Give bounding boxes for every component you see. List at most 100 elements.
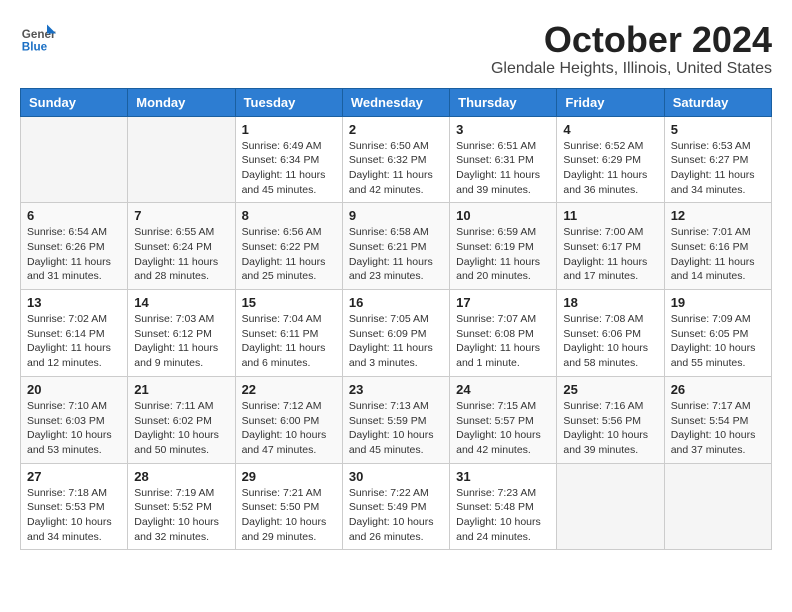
day-info: Sunrise: 7:04 AMSunset: 6:11 PMDaylight:… — [242, 312, 336, 371]
calendar-cell: 12 Sunrise: 7:01 AMSunset: 6:16 PMDayligh… — [664, 203, 771, 290]
day-number: 24 — [456, 382, 550, 397]
col-header-sunday: Sunday — [21, 88, 128, 116]
day-info: Sunrise: 7:12 AMSunset: 6:00 PMDaylight:… — [242, 399, 336, 458]
day-number: 16 — [349, 295, 443, 310]
day-info: Sunrise: 7:01 AMSunset: 6:16 PMDaylight:… — [671, 225, 765, 284]
day-number: 2 — [349, 122, 443, 137]
day-number: 14 — [134, 295, 228, 310]
calendar-cell: 23 Sunrise: 7:13 AMSunset: 5:59 PMDayligh… — [342, 376, 449, 463]
day-info: Sunrise: 7:05 AMSunset: 6:09 PMDaylight:… — [349, 312, 443, 371]
day-info: Sunrise: 7:16 AMSunset: 5:56 PMDaylight:… — [563, 399, 657, 458]
calendar-cell: 24 Sunrise: 7:15 AMSunset: 5:57 PMDayligh… — [450, 376, 557, 463]
calendar-table: SundayMondayTuesdayWednesdayThursdayFrid… — [20, 88, 772, 551]
day-number: 21 — [134, 382, 228, 397]
calendar-cell: 5Sunrise: 6:53 AMSunset: 6:27 PMDaylight… — [664, 116, 771, 203]
day-info: Sunrise: 7:11 AMSunset: 6:02 PMDaylight:… — [134, 399, 228, 458]
calendar-cell: 4Sunrise: 6:52 AMSunset: 6:29 PMDaylight… — [557, 116, 664, 203]
day-number: 22 — [242, 382, 336, 397]
day-info: Sunrise: 7:19 AMSunset: 5:52 PMDaylight:… — [134, 486, 228, 545]
day-info: Sunrise: 7:03 AMSunset: 6:12 PMDaylight:… — [134, 312, 228, 371]
day-number: 13 — [27, 295, 121, 310]
calendar-cell: 10 Sunrise: 6:59 AMSunset: 6:19 PMDayligh… — [450, 203, 557, 290]
calendar-cell — [21, 116, 128, 203]
week-row-1: 1Sunrise: 6:49 AMSunset: 6:34 PMDaylight… — [21, 116, 772, 203]
day-info: Sunrise: 7:13 AMSunset: 5:59 PMDaylight:… — [349, 399, 443, 458]
calendar-cell: 15 Sunrise: 7:04 AMSunset: 6:11 PMDayligh… — [235, 290, 342, 377]
calendar-cell — [664, 463, 771, 550]
calendar-cell: 9Sunrise: 6:58 AMSunset: 6:21 PMDaylight… — [342, 203, 449, 290]
week-row-3: 13 Sunrise: 7:02 AMSunset: 6:14 PMDayligh… — [21, 290, 772, 377]
day-number: 27 — [27, 469, 121, 484]
calendar-cell: 30Sunrise: 7:22 AMSunset: 5:49 PMDayligh… — [342, 463, 449, 550]
location-title: Glendale Heights, Illinois, United State… — [491, 60, 772, 78]
day-info: Sunrise: 7:08 AMSunset: 6:06 PMDaylight:… — [563, 312, 657, 371]
day-info: Sunrise: 6:54 AMSunset: 6:26 PMDaylight:… — [27, 225, 121, 284]
day-number: 6 — [27, 208, 121, 223]
day-number: 8 — [242, 208, 336, 223]
calendar-cell: 2 Sunrise: 6:50 AMSunset: 6:32 PMDaylight… — [342, 116, 449, 203]
day-number: 11 — [563, 208, 657, 223]
day-number: 29 — [242, 469, 336, 484]
calendar-cell — [557, 463, 664, 550]
calendar-cell: 17Sunrise: 7:07 AMSunset: 6:08 PMDayligh… — [450, 290, 557, 377]
calendar-cell: 13 Sunrise: 7:02 AMSunset: 6:14 PMDayligh… — [21, 290, 128, 377]
day-info: Sunrise: 6:52 AMSunset: 6:29 PMDaylight:… — [563, 139, 657, 198]
day-number: 28 — [134, 469, 228, 484]
title-block: October 2024 Glendale Heights, Illinois,… — [491, 20, 772, 78]
day-number: 15 — [242, 295, 336, 310]
day-number: 26 — [671, 382, 765, 397]
day-number: 7 — [134, 208, 228, 223]
calendar-cell: 22 Sunrise: 7:12 AMSunset: 6:00 PMDayligh… — [235, 376, 342, 463]
day-info: Sunrise: 6:58 AMSunset: 6:21 PMDaylight:… — [349, 225, 443, 284]
page-header: General Blue October 2024 Glendale Heigh… — [20, 20, 772, 78]
day-info: Sunrise: 7:21 AMSunset: 5:50 PMDaylight:… — [242, 486, 336, 545]
calendar-cell: 6 Sunrise: 6:54 AMSunset: 6:26 PMDaylight… — [21, 203, 128, 290]
col-header-tuesday: Tuesday — [235, 88, 342, 116]
calendar-cell: 11Sunrise: 7:00 AMSunset: 6:17 PMDayligh… — [557, 203, 664, 290]
month-title: October 2024 — [491, 20, 772, 60]
day-number: 19 — [671, 295, 765, 310]
col-header-thursday: Thursday — [450, 88, 557, 116]
day-info: Sunrise: 7:17 AMSunset: 5:54 PMDaylight:… — [671, 399, 765, 458]
day-info: Sunrise: 7:18 AMSunset: 5:53 PMDaylight:… — [27, 486, 121, 545]
calendar-cell — [128, 116, 235, 203]
day-number: 20 — [27, 382, 121, 397]
day-info: Sunrise: 6:53 AMSunset: 6:27 PMDaylight:… — [671, 139, 765, 198]
calendar-cell: 26 Sunrise: 7:17 AMSunset: 5:54 PMDayligh… — [664, 376, 771, 463]
calendar-cell: 3Sunrise: 6:51 AMSunset: 6:31 PMDaylight… — [450, 116, 557, 203]
svg-text:Blue: Blue — [22, 41, 48, 54]
day-number: 12 — [671, 208, 765, 223]
day-number: 31 — [456, 469, 550, 484]
day-info: Sunrise: 6:56 AMSunset: 6:22 PMDaylight:… — [242, 225, 336, 284]
calendar-cell: 29 Sunrise: 7:21 AMSunset: 5:50 PMDayligh… — [235, 463, 342, 550]
week-row-4: 20Sunrise: 7:10 AMSunset: 6:03 PMDayligh… — [21, 376, 772, 463]
calendar-cell: 25 Sunrise: 7:16 AMSunset: 5:56 PMDayligh… — [557, 376, 664, 463]
calendar-cell: 21 Sunrise: 7:11 AMSunset: 6:02 PMDayligh… — [128, 376, 235, 463]
day-info: Sunrise: 7:22 AMSunset: 5:49 PMDaylight:… — [349, 486, 443, 545]
calendar-cell: 1Sunrise: 6:49 AMSunset: 6:34 PMDaylight… — [235, 116, 342, 203]
day-number: 25 — [563, 382, 657, 397]
day-info: Sunrise: 6:59 AMSunset: 6:19 PMDaylight:… — [456, 225, 550, 284]
day-info: Sunrise: 7:02 AMSunset: 6:14 PMDaylight:… — [27, 312, 121, 371]
day-number: 18 — [563, 295, 657, 310]
calendar-cell: 8 Sunrise: 6:56 AMSunset: 6:22 PMDaylight… — [235, 203, 342, 290]
day-number: 10 — [456, 208, 550, 223]
calendar-cell: 28 Sunrise: 7:19 AMSunset: 5:52 PMDayligh… — [128, 463, 235, 550]
day-info: Sunrise: 7:09 AMSunset: 6:05 PMDaylight:… — [671, 312, 765, 371]
calendar-cell: 31Sunrise: 7:23 AMSunset: 5:48 PMDayligh… — [450, 463, 557, 550]
col-header-wednesday: Wednesday — [342, 88, 449, 116]
week-row-2: 6 Sunrise: 6:54 AMSunset: 6:26 PMDaylight… — [21, 203, 772, 290]
day-info: Sunrise: 6:51 AMSunset: 6:31 PMDaylight:… — [456, 139, 550, 198]
calendar-cell: 7 Sunrise: 6:55 AMSunset: 6:24 PMDaylight… — [128, 203, 235, 290]
logo: General Blue — [20, 20, 60, 56]
day-info: Sunrise: 6:50 AMSunset: 6:32 PMDaylight:… — [349, 139, 443, 198]
day-info: Sunrise: 6:55 AMSunset: 6:24 PMDaylight:… — [134, 225, 228, 284]
col-header-friday: Friday — [557, 88, 664, 116]
day-number: 1 — [242, 122, 336, 137]
day-info: Sunrise: 7:07 AMSunset: 6:08 PMDaylight:… — [456, 312, 550, 371]
day-number: 23 — [349, 382, 443, 397]
calendar-cell: 16 Sunrise: 7:05 AMSunset: 6:09 PMDayligh… — [342, 290, 449, 377]
calendar-cell: 18 Sunrise: 7:08 AMSunset: 6:06 PMDayligh… — [557, 290, 664, 377]
calendar-cell: 14 Sunrise: 7:03 AMSunset: 6:12 PMDayligh… — [128, 290, 235, 377]
day-info: Sunrise: 7:15 AMSunset: 5:57 PMDaylight:… — [456, 399, 550, 458]
